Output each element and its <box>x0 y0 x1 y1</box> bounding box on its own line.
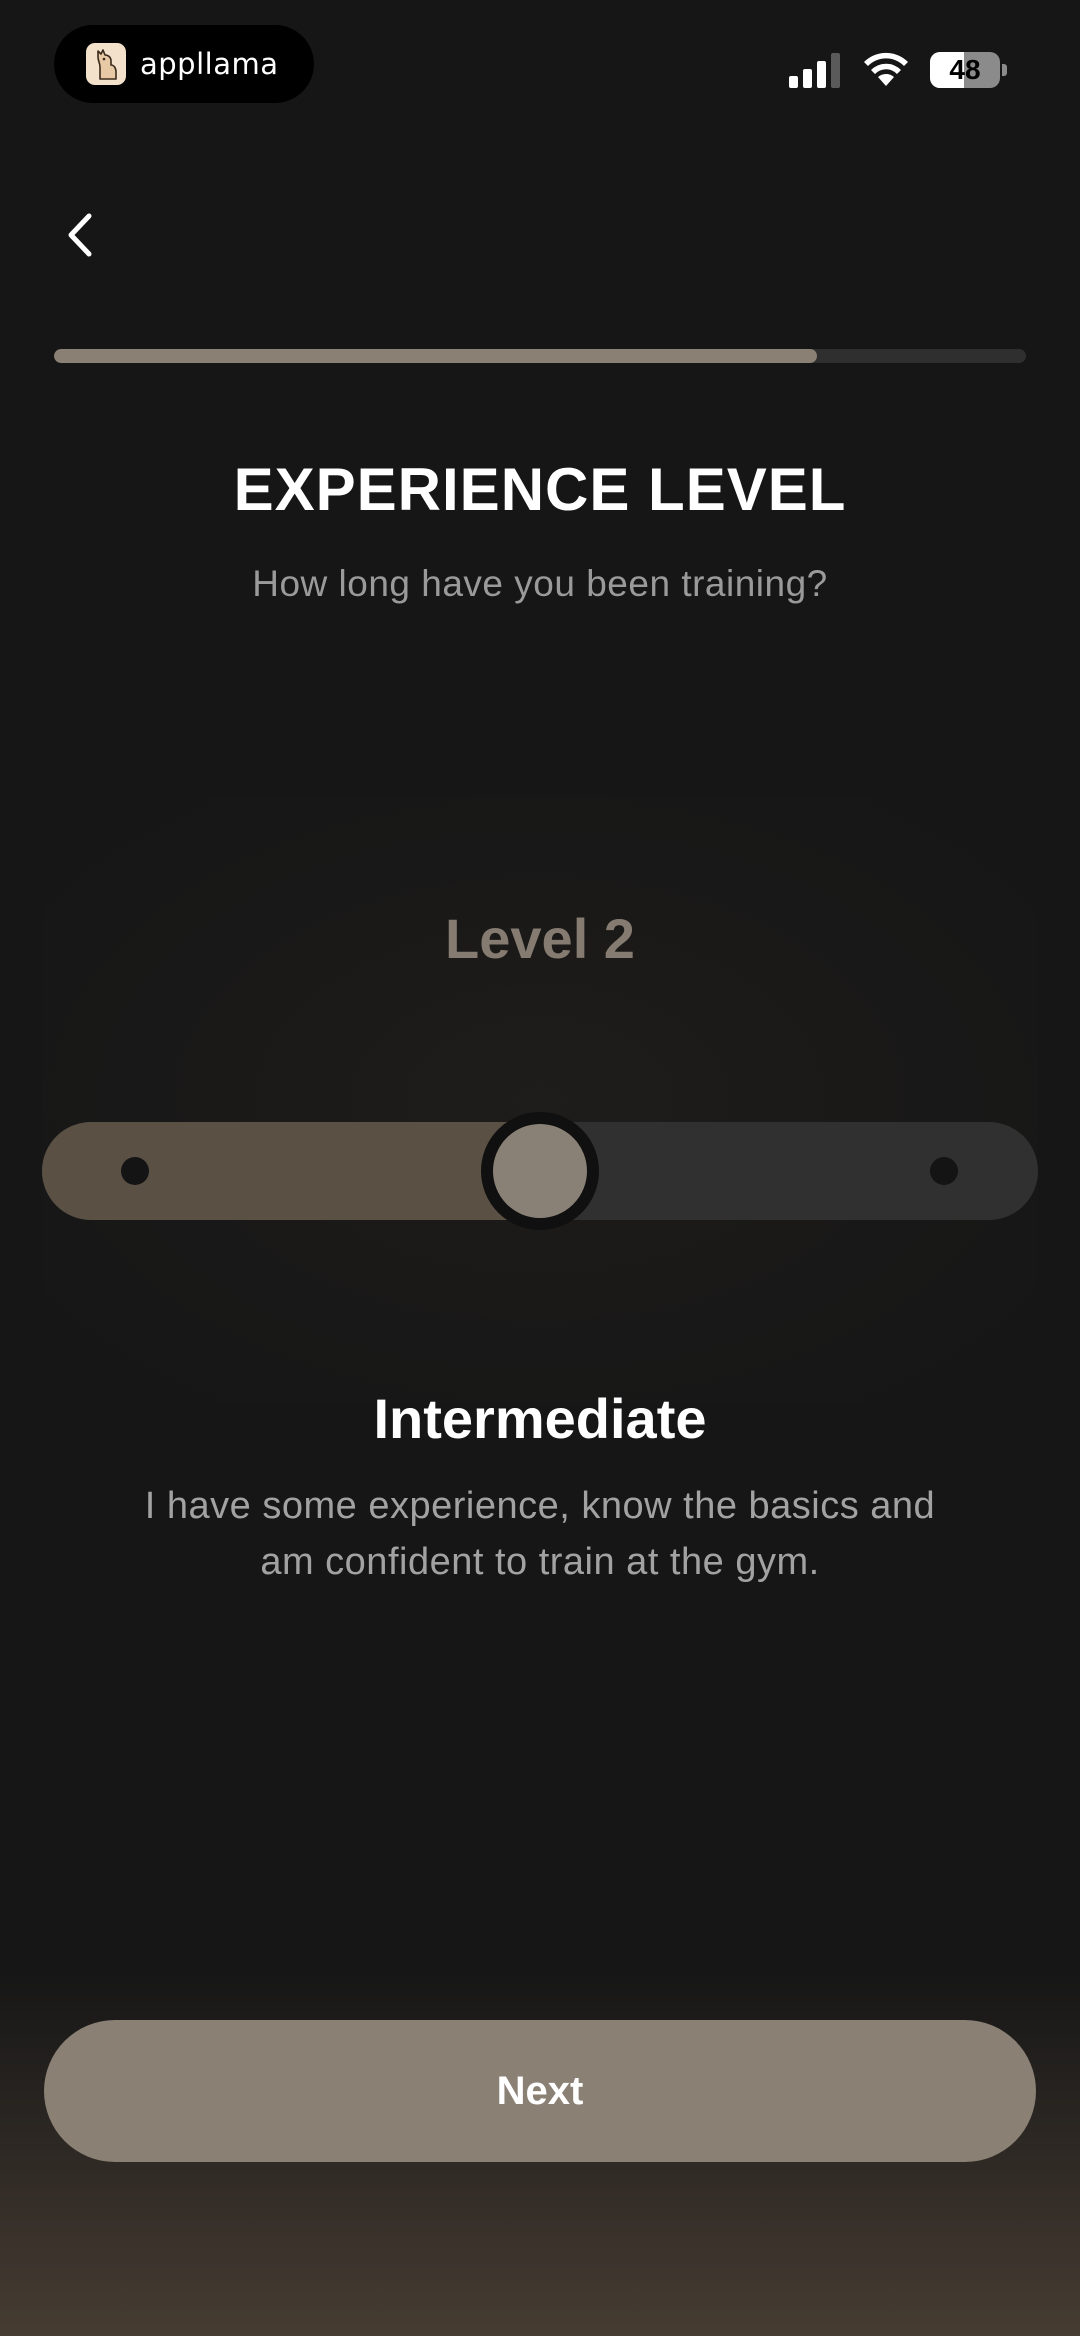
slider-card <box>42 795 1038 1405</box>
wifi-icon <box>864 52 908 86</box>
signal-bars-icon <box>789 53 840 88</box>
selected-level-description: I have some experience, know the basics … <box>144 1485 936 1583</box>
back-button[interactable] <box>50 200 110 270</box>
battery-body: 48 <box>930 52 1000 88</box>
progress-fill <box>54 349 818 363</box>
chevron-left-icon <box>68 213 92 257</box>
page-subtitle: How long have you been training? <box>252 563 828 604</box>
slider-thumb[interactable] <box>480 1112 599 1230</box>
slider-stop-dot[interactable] <box>121 1157 149 1185</box>
slider-stop-dot[interactable] <box>930 1157 958 1185</box>
slider-fill <box>42 1122 540 1220</box>
app-indicator-pill: appllama <box>54 25 314 103</box>
llama-logo-icon <box>86 43 126 85</box>
onboarding-progress-bar <box>54 349 1026 363</box>
onboarding-screen: appllama 48 EXPERIENCE LEVEL How long ha… <box>0 0 1080 2336</box>
next-button[interactable]: Next <box>44 2020 1036 2162</box>
selected-level-name: Intermediate <box>373 1387 707 1450</box>
battery-tip <box>1002 64 1007 76</box>
level-label: Level 2 <box>445 907 635 970</box>
app-name-label: appllama <box>140 47 279 81</box>
battery-level-text: 48 <box>949 54 981 85</box>
page-title: EXPERIENCE LEVEL <box>233 456 847 523</box>
battery-indicator: 48 <box>930 52 1007 88</box>
